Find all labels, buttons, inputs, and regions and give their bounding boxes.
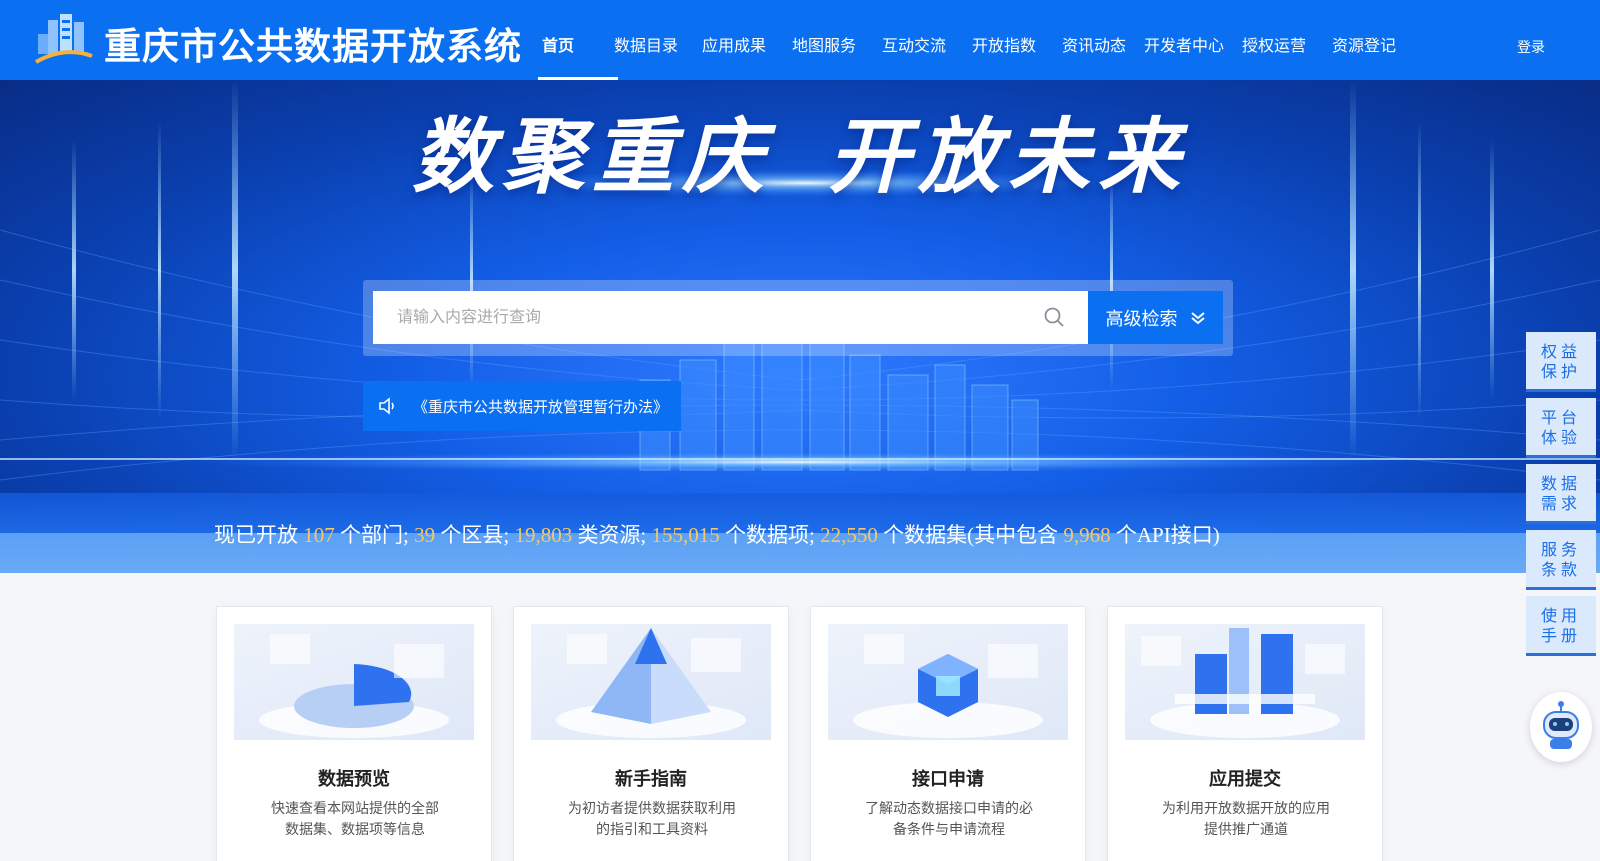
advanced-search-label: 高级检索 — [1105, 308, 1178, 330]
stat-districts-unit: 个区县; — [440, 523, 510, 547]
search-box: 高级检索 — [363, 280, 1233, 356]
nav-app-results[interactable]: 应用成果 — [702, 0, 792, 80]
stat-datasets-unit: 个数据集(其中包含 — [883, 523, 1059, 547]
side-label-line1: 服务 — [1540, 540, 1581, 559]
main-nav: 首页 数据目录 应用成果 地图服务 互动交流 开放指数 资讯动态 开发者中心 授… — [538, 0, 1422, 80]
card-beginner-guide[interactable]: 新手指南 为初访者提供数据获取利用的指引和工具资料 — [513, 606, 789, 861]
nav-developer-center[interactable]: 开发者中心 — [1144, 0, 1242, 80]
stat-departments: 107 — [303, 523, 335, 547]
stat-datasets: 22,550 — [820, 523, 878, 547]
card-app-submission[interactable]: 应用提交 为利用开放数据开放的应用提供推广通道 — [1107, 606, 1383, 861]
nav-interaction[interactable]: 互动交流 — [882, 0, 972, 80]
hero-banner: 数聚重庆开放未来 高级检索 《重庆市公共数据开放管理暂行办法》 现已开放 107… — [0, 80, 1600, 573]
side-label-line2: 保护 — [1540, 362, 1581, 381]
site-title[interactable]: 重庆市公共数据开放系统 — [104, 16, 522, 70]
stats-prefix: 现已开放 — [214, 523, 298, 547]
slogan-left: 数聚重庆 — [412, 110, 772, 205]
data-preview-illustration — [234, 624, 474, 740]
stat-items-unit: 个数据项; — [725, 523, 815, 547]
side-platform-experience[interactable]: 平台 体验 — [1526, 398, 1596, 458]
search-input[interactable] — [373, 291, 1088, 344]
double-chevron-down-icon — [1190, 311, 1205, 324]
card-title: 数据预览 — [318, 769, 390, 790]
slogan-right: 开放未来 — [828, 110, 1188, 205]
side-label-line2: 体验 — [1540, 428, 1581, 447]
notice-text: 《重庆市公共数据开放管理暂行办法》 — [413, 397, 669, 416]
top-header: 重庆市公共数据开放系统 首页 数据目录 应用成果 地图服务 互动交流 开放指数 … — [0, 0, 1600, 80]
stat-apis-unit: 个API接口) — [1115, 523, 1220, 547]
card-api-application[interactable]: 接口申请 了解动态数据接口申请的必备条件与申请流程 — [810, 606, 1086, 861]
card-description: 快速查看本网站提供的全部数据集、数据项等信息 — [271, 801, 439, 838]
nav-open-index[interactable]: 开放指数 — [972, 0, 1062, 80]
nav-map-service[interactable]: 地图服务 — [792, 0, 882, 80]
side-label-line1: 数据 — [1540, 474, 1581, 493]
side-label-line1: 平台 — [1540, 408, 1581, 427]
pie-chart-illustration-icon — [259, 634, 449, 738]
card-description: 了解动态数据接口申请的必备条件与申请流程 — [865, 801, 1033, 838]
card-title: 新手指南 — [615, 769, 687, 790]
side-service-terms[interactable]: 服务 条款 — [1526, 530, 1596, 590]
card-description: 为利用开放数据开放的应用提供推广通道 — [1162, 801, 1330, 838]
side-label-line2: 需求 — [1540, 494, 1581, 513]
beginner-guide-illustration — [531, 624, 771, 740]
nav-home[interactable]: 首页 — [538, 0, 618, 80]
banner-slogan: 数聚重庆 开放未来 — [0, 90, 1600, 209]
cube-illustration-icon — [853, 634, 1043, 738]
robot-icon — [1543, 701, 1579, 749]
side-label-line2: 条款 — [1540, 560, 1581, 579]
bar-buildings-illustration-icon — [1141, 628, 1345, 738]
nav-news[interactable]: 资讯动态 — [1062, 0, 1144, 80]
api-application-illustration — [828, 624, 1068, 740]
stat-resources: 19,803 — [514, 523, 573, 547]
nav-resource-registration[interactable]: 资源登记 — [1332, 0, 1422, 80]
stat-apis: 9,968 — [1063, 523, 1111, 547]
nav-authorized-operation[interactable]: 授权运营 — [1242, 0, 1332, 80]
speaker-icon — [379, 397, 394, 415]
stat-departments-unit: 个部门; — [340, 523, 409, 547]
chat-assistant-button[interactable] — [1530, 692, 1592, 762]
card-description: 为初访者提供数据获取利用的指引和工具资料 — [568, 801, 736, 838]
side-label-line1: 权益 — [1540, 342, 1581, 361]
advanced-search-button[interactable]: 高级检索 — [1088, 291, 1223, 344]
side-label-line1: 使用 — [1540, 606, 1581, 625]
stats-summary: 现已开放 107 个部门; 39 个区县; 19,803 类资源; 155,01… — [214, 519, 1220, 549]
side-label-line2: 手册 — [1540, 626, 1581, 645]
stat-districts: 39 — [414, 523, 436, 547]
app-submission-illustration — [1125, 624, 1365, 740]
side-rights-protection[interactable]: 权益 保护 — [1526, 332, 1596, 392]
card-title: 应用提交 — [1209, 769, 1281, 790]
search-icon[interactable] — [1043, 306, 1065, 328]
stat-resources-unit: 类资源; — [577, 523, 647, 547]
notice-bar[interactable]: 《重庆市公共数据开放管理暂行办法》 — [363, 381, 681, 431]
login-link[interactable]: 登录 — [1517, 37, 1545, 57]
card-data-preview[interactable]: 数据预览 快速查看本网站提供的全部数据集、数据项等信息 — [216, 606, 492, 861]
pyramid-illustration-icon — [556, 628, 746, 738]
nav-data-catalog[interactable]: 数据目录 — [614, 0, 702, 80]
stat-items: 155,015 — [651, 523, 720, 547]
card-title: 接口申请 — [912, 769, 984, 790]
site-logo-icon[interactable] — [34, 12, 94, 66]
side-data-request[interactable]: 数据 需求 — [1526, 464, 1596, 524]
side-user-manual[interactable]: 使用 手册 — [1526, 596, 1596, 656]
